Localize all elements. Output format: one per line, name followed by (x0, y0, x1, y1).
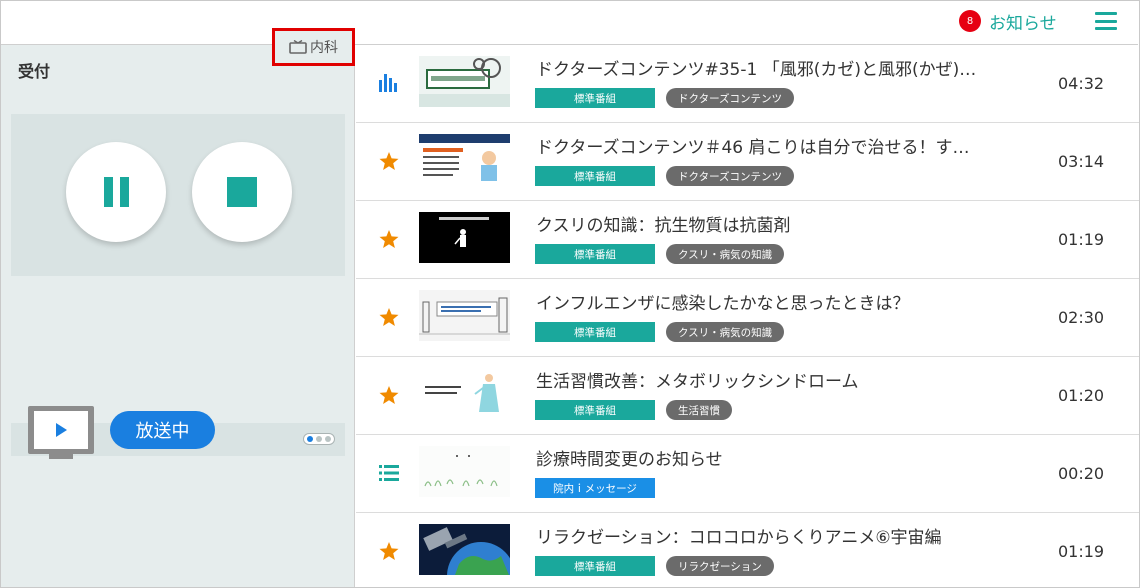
hamburger-icon[interactable] (1094, 11, 1118, 31)
notification-count-badge: 8 (959, 10, 981, 32)
program-title: リラクゼーション：コロコロからくりアニメ⑥宇宙編 (536, 528, 942, 548)
program-duration: 02:30 (1058, 308, 1105, 327)
program-duration: 00:20 (1058, 464, 1105, 483)
star-icon[interactable] (378, 150, 400, 172)
program-duration: 01:19 (1058, 542, 1105, 561)
pause-button[interactable] (66, 142, 166, 242)
category-tag: クスリ・病気の知識 (666, 244, 785, 264)
program-row[interactable]: 診療時間変更のお知らせ 院内ｉメッセージ 00:20 (356, 435, 1139, 513)
category-tag: リラクゼーション (666, 556, 774, 576)
program-row[interactable]: インフルエンザに感染したかなと思ったときは？ 標準番組 クスリ・病気の知識 02… (356, 279, 1139, 357)
department-label: 内科 (310, 40, 338, 56)
tv-icon (289, 40, 307, 54)
star-icon[interactable] (378, 384, 400, 406)
bar-chart-icon (378, 72, 400, 94)
category-tag: ドクターズコンテンツ (666, 88, 795, 108)
star-icon[interactable] (378, 540, 400, 562)
page-dot (324, 436, 331, 442)
standard-program-tag: 標準番組 (535, 166, 655, 186)
program-title: インフルエンザに感染したかなと思ったときは？ (536, 294, 910, 314)
program-duration: 03:14 (1058, 152, 1105, 171)
program-duration: 04:32 (1058, 74, 1105, 93)
standard-program-tag: 標準番組 (535, 556, 655, 576)
notifications-label: お知らせ (989, 13, 1057, 34)
program-list: ドクターズコンテンツ#35-1 「風邪(カゼ)と風邪(かぜ)… 標準番組 ドクタ… (356, 45, 1139, 587)
category-tag: ドクターズコンテンツ (666, 166, 795, 186)
program-thumbnail (419, 212, 510, 263)
on-air-button[interactable]: 放送中 (110, 411, 215, 449)
program-thumbnail (419, 446, 510, 497)
program-row[interactable]: クスリの知識：抗生物質は抗菌剤 標準番組 クスリ・病気の知識 01:19 (356, 201, 1139, 279)
monitor-play-icon[interactable] (28, 406, 94, 454)
category-tag: クスリ・病気の知識 (666, 322, 785, 342)
page-dot (315, 436, 322, 442)
standard-program-tag: 標準番組 (535, 322, 655, 342)
program-title: ドクターズコンテンツ＃46 肩こりは自分で治せる！す… (536, 138, 970, 158)
standard-program-tag: 標準番組 (535, 400, 655, 420)
monitor-stand (49, 454, 73, 459)
program-row[interactable]: ドクターズコンテンツ＃46 肩こりは自分で治せる！す… 標準番組 ドクターズコン… (356, 123, 1139, 201)
program-title: クスリの知識：抗生物質は抗菌剤 (536, 216, 791, 236)
program-thumbnail (419, 368, 510, 419)
program-thumbnail (419, 134, 510, 185)
notifications-button[interactable]: 8 お知らせ (959, 9, 1057, 34)
list-icon (378, 462, 400, 484)
stop-button[interactable] (192, 142, 292, 242)
player-panel: 受付 放送中 (1, 45, 355, 587)
location-label: 受付 (18, 62, 51, 81)
standard-program-tag: 標準番組 (535, 244, 655, 264)
top-bar: 8 お知らせ (1, 1, 1138, 45)
program-thumbnail (419, 524, 510, 575)
playback-controls (11, 114, 345, 276)
program-title: 生活習慣改善：メタボリックシンドローム (536, 372, 859, 392)
program-thumbnail (419, 290, 510, 341)
program-thumbnail (419, 56, 510, 107)
program-title: 診療時間変更のお知らせ (536, 450, 723, 470)
department-selector[interactable]: 内科 (272, 28, 355, 66)
star-icon[interactable] (378, 306, 400, 328)
program-title: ドクターズコンテンツ#35-1 「風邪(カゼ)と風邪(かぜ)… (536, 60, 977, 80)
program-row[interactable]: 生活習慣改善：メタボリックシンドローム 標準番組 生活習慣 01:20 (356, 357, 1139, 435)
stop-icon (227, 177, 257, 207)
program-duration: 01:19 (1058, 230, 1105, 249)
pause-icon (103, 177, 113, 207)
program-row[interactable]: ドクターズコンテンツ#35-1 「風邪(カゼ)と風邪(かぜ)… 標準番組 ドクタ… (356, 45, 1139, 123)
page-dot-active (307, 436, 314, 442)
page-indicator[interactable] (303, 433, 335, 445)
category-tag: 生活習慣 (666, 400, 732, 420)
program-duration: 01:20 (1058, 386, 1105, 405)
standard-program-tag: 標準番組 (535, 88, 655, 108)
star-icon[interactable] (378, 228, 400, 250)
in-hospital-message-tag: 院内ｉメッセージ (535, 478, 655, 498)
program-row[interactable]: リラクゼーション：コロコロからくりアニメ⑥宇宙編 標準番組 リラクゼーション 0… (356, 513, 1139, 587)
play-icon (56, 423, 67, 437)
